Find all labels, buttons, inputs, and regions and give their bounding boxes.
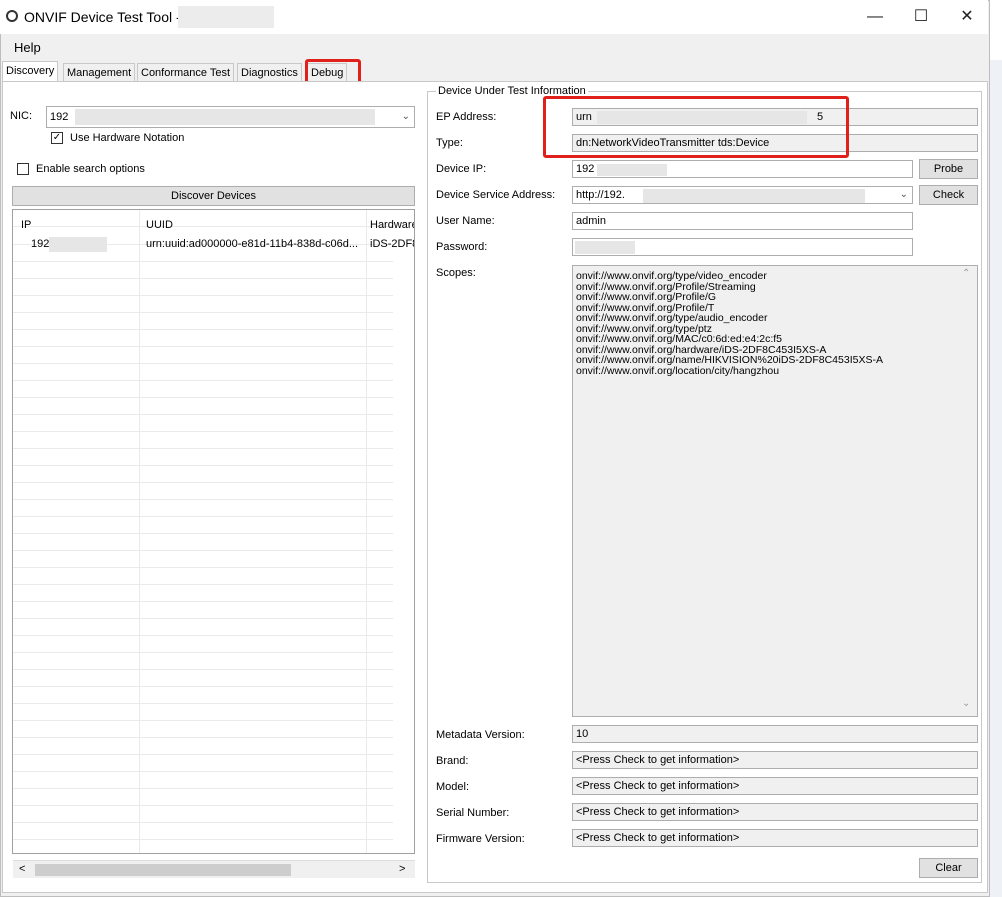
ip-redaction bbox=[49, 237, 107, 252]
enable-search-checkbox[interactable] bbox=[17, 163, 29, 175]
scope-line: onvif://www.onvif.org/type/video_encoder bbox=[576, 270, 767, 282]
background-window-edge bbox=[990, 60, 1002, 897]
brand-label: Brand: bbox=[436, 755, 469, 767]
scroll-down-icon[interactable]: ⌄ bbox=[962, 698, 970, 709]
device-ip-input[interactable]: 192 bbox=[572, 160, 913, 178]
ep-address-label: EP Address: bbox=[436, 111, 497, 123]
scopes-list: onvif://www.onvif.org/type/video_encoder… bbox=[576, 271, 883, 376]
title-redaction bbox=[178, 6, 274, 28]
column-header-uuid[interactable]: UUID bbox=[146, 219, 173, 231]
use-hw-notation-label: Use Hardware Notation bbox=[70, 132, 185, 144]
scope-line: onvif://www.onvif.org/name/HIKVISION%20i… bbox=[576, 354, 883, 366]
chevron-down-icon: ⌄ bbox=[899, 189, 908, 200]
firmware-version-field: <Press Check to get information> bbox=[572, 829, 978, 847]
row-uuid: urn:uuid:ad000000-e81d-11b4-838d-c06d... bbox=[146, 238, 359, 250]
app-icon bbox=[6, 10, 18, 22]
metadata-version-field: 10 bbox=[572, 725, 978, 743]
check-button[interactable]: Check bbox=[919, 185, 978, 205]
user-name-label: User Name: bbox=[436, 215, 495, 227]
type-label: Type: bbox=[436, 137, 463, 149]
scroll-left-icon[interactable]: < bbox=[19, 863, 25, 875]
brand-field: <Press Check to get information> bbox=[572, 751, 978, 769]
scroll-up-icon[interactable]: ⌃ bbox=[962, 268, 970, 279]
row-ip: 192 bbox=[31, 238, 50, 250]
password-label: Password: bbox=[436, 241, 488, 253]
password-redaction bbox=[575, 241, 635, 254]
maximize-icon[interactable]: ☐ bbox=[898, 0, 944, 34]
scroll-thumb[interactable] bbox=[35, 864, 291, 876]
tab-conformance-test[interactable]: Conformance Test bbox=[137, 63, 235, 82]
scope-line: onvif://www.onvif.org/location/city/hang… bbox=[576, 364, 780, 377]
use-hw-notation-checkbox[interactable]: ✓ bbox=[51, 132, 63, 144]
model-field: <Press Check to get information> bbox=[572, 777, 978, 795]
ep-type-highlight bbox=[543, 96, 849, 158]
service-address-select[interactable]: http://192. ⌄ bbox=[572, 186, 913, 204]
row-hardware: iDS-2DF8 bbox=[370, 238, 414, 250]
menu-help[interactable]: Help bbox=[14, 40, 41, 55]
column-header-ip[interactable]: IP bbox=[21, 219, 31, 231]
scope-line: onvif://www.onvif.org/Profile/G bbox=[576, 291, 717, 303]
device-ip-value: 192 bbox=[576, 163, 595, 175]
scopes-vscrollbar[interactable]: ⌃ ⌄ bbox=[958, 266, 977, 716]
minimize-icon[interactable]: — bbox=[852, 0, 898, 34]
scope-line: onvif://www.onvif.org/type/audio_encoder bbox=[576, 312, 768, 324]
chevron-down-icon: ⌄ bbox=[401, 111, 410, 122]
serial-number-label: Serial Number: bbox=[436, 807, 510, 819]
device-ip-redaction bbox=[597, 164, 667, 176]
service-address-value: http://192. bbox=[576, 189, 625, 201]
scope-line: onvif://www.onvif.org/MAC/c0:6d:ed:e4:2c… bbox=[576, 333, 783, 345]
scopes-textarea[interactable]: onvif://www.onvif.org/type/video_encoder… bbox=[572, 265, 978, 717]
service-address-redaction bbox=[643, 189, 865, 203]
clear-button[interactable]: Clear bbox=[919, 858, 978, 878]
tab-discovery[interactable]: Discovery bbox=[2, 61, 59, 82]
discover-devices-button[interactable]: Discover Devices bbox=[12, 186, 415, 206]
metadata-version-label: Metadata Version: bbox=[436, 729, 525, 741]
device-ip-label: Device IP: bbox=[436, 163, 487, 175]
nic-value: 192 bbox=[50, 111, 69, 123]
nic-redaction bbox=[75, 109, 375, 125]
table-row[interactable]: 192 urn:uuid:ad000000-e81d-11b4-838d-c06… bbox=[13, 236, 414, 253]
serial-number-field: <Press Check to get information> bbox=[572, 803, 978, 821]
tab-diagnostics[interactable]: Diagnostics bbox=[237, 63, 302, 82]
model-label: Model: bbox=[436, 781, 470, 793]
column-header-hardware[interactable]: Hardware bbox=[370, 219, 414, 231]
firmware-version-label: Firmware Version: bbox=[436, 833, 525, 845]
close-icon[interactable]: ✕ bbox=[944, 0, 990, 34]
device-list[interactable]: IP UUID Hardware 192 urn:uuid:ad000000-e… bbox=[12, 209, 415, 854]
tab-management[interactable]: Management bbox=[63, 63, 136, 82]
device-list-hscrollbar[interactable]: < > bbox=[13, 860, 415, 878]
enable-search-label: Enable search options bbox=[36, 163, 145, 175]
nic-label: NIC: bbox=[10, 110, 32, 122]
user-name-input[interactable]: admin bbox=[572, 212, 913, 230]
probe-button[interactable]: Probe bbox=[919, 159, 978, 179]
password-input[interactable] bbox=[572, 238, 913, 256]
service-address-label: Device Service Address: bbox=[436, 189, 556, 201]
scroll-right-icon[interactable]: > bbox=[399, 863, 405, 875]
nic-select[interactable]: 192 ⌄ bbox=[46, 106, 415, 128]
scopes-label: Scopes: bbox=[436, 267, 476, 279]
window-title: ONVIF Device Test Tool - bbox=[24, 9, 181, 25]
